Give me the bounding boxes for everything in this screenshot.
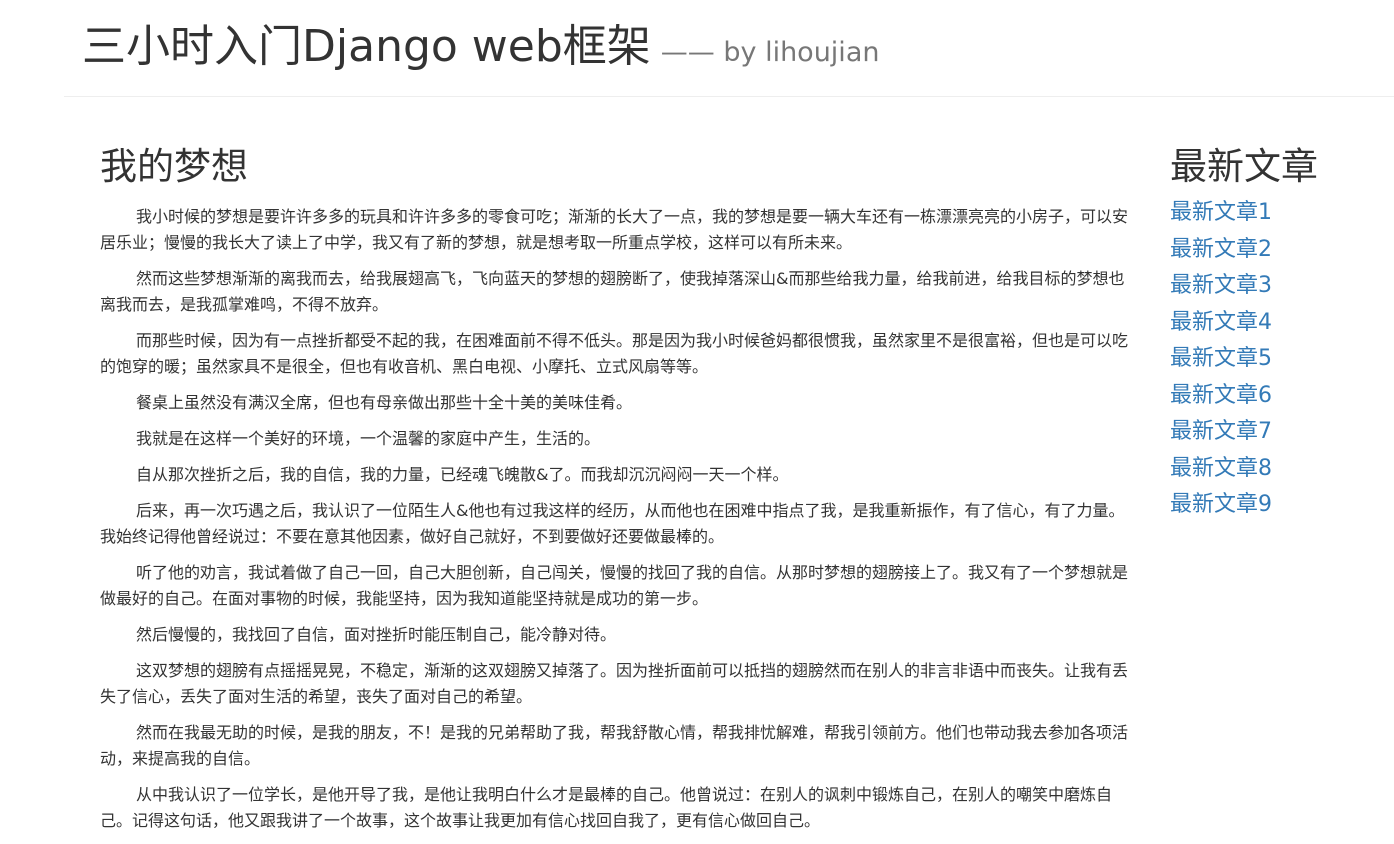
site-subtitle: —— by lihoujian [660, 37, 880, 68]
article-paragraph: 我小时候的梦想是要许许多多的玩具和许许多多的零食可吃；渐渐的长大了一点，我的梦想… [100, 207, 1129, 252]
site-title-text: 三小时入门Django web框架 [82, 21, 651, 72]
article-paragraph: 然后慢慢的，我找回了自信，面对挫折时能压制自己，能冷静对待。 [136, 625, 617, 644]
latest-article-link-3[interactable]: 最新文章3 [1170, 273, 1272, 298]
latest-article-link-5[interactable]: 最新文章5 [1170, 346, 1272, 371]
page-header: 三小时入门Django web框架 —— by lihoujian [64, 0, 1394, 97]
article: 我的梦想 我小时候的梦想是要许许多多的玩具和许许多多的零食可吃；渐渐的长大了一点… [100, 140, 1130, 844]
list-item: 最新文章5 [1170, 344, 1390, 381]
article-paragraph: 餐桌上虽然没有满汉全席，但也有母亲做出那些十全十美的美味佳肴。 [136, 393, 633, 412]
list-item: 最新文章8 [1170, 454, 1390, 491]
latest-article-link-4[interactable]: 最新文章4 [1170, 310, 1272, 335]
article-paragraph: 而那些时候，因为有一点挫折都受不起的我，在困难面前不得不低头。那是因为我小时候爸… [100, 331, 1129, 376]
article-paragraph: 后来，再一次巧遇之后，我认识了一位陌生人&他也有过我这样的经历，从而他也在困难中… [100, 501, 1125, 546]
article-paragraph: 从中我认识了一位学长，是他开导了我，是他让我明白什么才是最棒的自己。他曾说过：在… [100, 785, 1113, 830]
site-title: 三小时入门Django web框架 —— by lihoujian [82, 18, 879, 82]
latest-article-link-7[interactable]: 最新文章7 [1170, 419, 1272, 444]
article-paragraph: 听了他的劝言，我试着做了自己一回，自己大胆创新，自己闯关，慢慢的找回了我的自信。… [100, 563, 1129, 608]
list-item: 最新文章1 [1170, 198, 1390, 235]
sidebar: 最新文章 最新文章1 最新文章2 最新文章3 最新文章4 最新文章5 最新文章6… [1170, 140, 1390, 527]
list-item: 最新文章4 [1170, 308, 1390, 345]
latest-article-link-6[interactable]: 最新文章6 [1170, 383, 1272, 408]
article-body: 我小时候的梦想是要许许多多的玩具和许许多多的零食可吃；渐渐的长大了一点，我的梦想… [100, 204, 1130, 834]
latest-article-link-2[interactable]: 最新文章2 [1170, 237, 1272, 262]
article-paragraph: 然而这些梦想渐渐的离我而去，给我展翅高飞，飞向蓝天的梦想的翅膀断了，使我掉落深山… [100, 269, 1125, 314]
article-paragraph: 我就是在这样一个美好的环境，一个温馨的家庭中产生，生活的。 [136, 429, 601, 448]
list-item: 最新文章3 [1170, 271, 1390, 308]
list-item: 最新文章9 [1170, 490, 1390, 527]
latest-articles-list: 最新文章1 最新文章2 最新文章3 最新文章4 最新文章5 最新文章6 最新文章… [1170, 198, 1390, 527]
list-item: 最新文章2 [1170, 235, 1390, 272]
sidebar-title: 最新文章 [1170, 145, 1318, 188]
article-paragraph: 这双梦想的翅膀有点摇摇晃晃，不稳定，渐渐的这双翅膀又掉落了。因为挫折面前可以抵挡… [100, 661, 1129, 706]
list-item: 最新文章7 [1170, 417, 1390, 454]
article-paragraph: 然而在我最无助的时候，是我的朋友，不！是我的兄弟帮助了我，帮我舒散心情，帮我排忧… [100, 723, 1129, 768]
latest-article-link-9[interactable]: 最新文章9 [1170, 492, 1272, 517]
latest-article-link-1[interactable]: 最新文章1 [1170, 200, 1272, 225]
latest-article-link-8[interactable]: 最新文章8 [1170, 456, 1272, 481]
article-title: 我的梦想 [100, 145, 248, 188]
article-paragraph: 自从那次挫折之后，我的自信，我的力量，已经魂飞魄散&了。而我却沉沉闷闷一天一个样… [136, 465, 789, 484]
list-item: 最新文章6 [1170, 381, 1390, 418]
